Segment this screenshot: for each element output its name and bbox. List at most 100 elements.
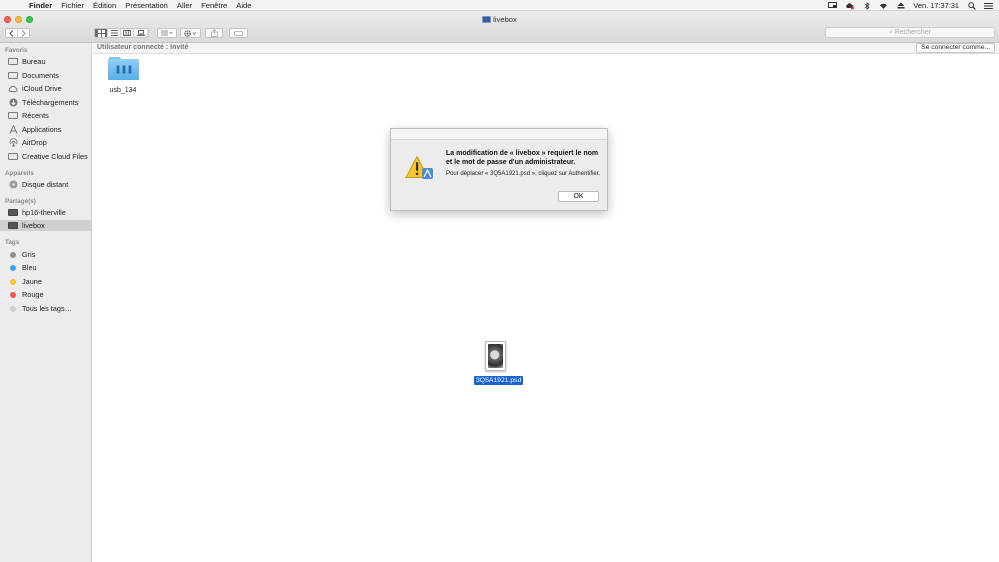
sidebar-item-label: iCloud Drive: [22, 84, 62, 93]
connect-as-button[interactable]: Se connecter comme...: [916, 43, 995, 53]
sidebar-item-documents[interactable]: Documents: [0, 70, 92, 81]
sidebar-tag-bleu[interactable]: Bleu: [0, 262, 92, 273]
cloud-icon: [8, 85, 18, 93]
search-placeholder: Rechercher: [894, 29, 932, 36]
share-button[interactable]: [205, 28, 223, 38]
menu-fichier[interactable]: Fichier: [61, 1, 84, 10]
eject-icon[interactable]: [896, 2, 905, 10]
action-menu-button[interactable]: [180, 28, 201, 38]
people-icon: [115, 65, 132, 74]
sidebar-item-label: Récents: [22, 111, 49, 120]
network-display-icon: [482, 16, 492, 23]
sidebar-item-creative-cloud-files[interactable]: Creative Cloud Files: [0, 151, 92, 162]
chevron-right-icon: [21, 29, 26, 37]
sidebar-tag-rouge[interactable]: Rouge: [0, 289, 92, 300]
sidebar-item-label: Gris: [22, 250, 36, 259]
menu-app-finder[interactable]: Finder: [29, 1, 52, 10]
spotlight-search-icon[interactable]: [967, 1, 976, 10]
sidebar-item-label: Creative Cloud Files: [22, 152, 88, 161]
connection-bar: Utilisateur connecté : Invité Se connect…: [93, 43, 999, 54]
sidebar-tag-gris[interactable]: Gris: [0, 249, 92, 260]
sidebar-item-label: livebox: [22, 221, 45, 230]
sidebar-item-applications[interactable]: Applications: [0, 124, 92, 135]
gallery-view-button[interactable]: [134, 29, 147, 37]
airdrop-icon: [8, 138, 18, 147]
sidebar-item-label: Applications: [22, 125, 62, 134]
display-mirror-icon[interactable]: [828, 2, 838, 10]
red-tag-dot-icon: [10, 291, 16, 298]
sidebar-item-recents[interactable]: Récents: [0, 110, 92, 121]
sidebar-item-label: Disque distant: [22, 180, 69, 189]
menu-fenetre[interactable]: Fenêtre: [201, 1, 227, 10]
sidebar-item-telechargements[interactable]: Téléchargements: [0, 97, 92, 108]
dialog-title: La modification de « livebox » requiert …: [446, 150, 599, 166]
back-forward-buttons: [5, 28, 30, 38]
psd-file-label[interactable]: 3Q5A1921.psd: [474, 376, 524, 385]
sidebar: Favoris Bureau Documents iCloud Drive Té…: [0, 43, 92, 562]
sidebar-item-livebox[interactable]: livebox: [0, 220, 92, 231]
sidebar-item-label: Téléchargements: [22, 98, 79, 107]
dialog-message: Pour déplacer « 3Q5A1921.psd », cliquez …: [446, 171, 601, 177]
group-icon: [161, 30, 173, 36]
sidebar-header-tags: Tags: [5, 239, 20, 246]
gray-tag-dot-icon: [10, 251, 16, 258]
sidebar-tag-all[interactable]: Tous les tags…: [0, 303, 92, 314]
notification-center-icon[interactable]: [984, 2, 993, 10]
sidebar-item-label: Bleu: [22, 263, 37, 272]
group-by-button[interactable]: [157, 28, 177, 38]
menu-aller[interactable]: Aller: [177, 1, 192, 10]
sidebar-item-disque-distant[interactable]: Disque distant: [0, 179, 92, 190]
sidebar-item-label: Tous les tags…: [22, 304, 72, 313]
sidebar-header-favorites: Favoris: [5, 47, 28, 54]
sidebar-item-icloud-drive[interactable]: iCloud Drive: [0, 83, 92, 94]
blue-tag-dot-icon: [10, 264, 16, 271]
tag-icon: [234, 30, 243, 36]
forward-button[interactable]: [17, 29, 29, 37]
ok-button[interactable]: OK: [558, 191, 599, 202]
yellow-tag-dot-icon: [10, 278, 16, 285]
column-view-button[interactable]: [121, 29, 134, 37]
documents-icon: [8, 72, 18, 80]
list-icon: [110, 30, 118, 36]
status-menus: Ven. 17:37:31: [828, 0, 993, 11]
wifi-icon[interactable]: [879, 2, 888, 10]
window-toolbar: livebox ⌕ Rechercher: [0, 11, 999, 43]
menu-edition[interactable]: Édition: [93, 1, 116, 10]
clock[interactable]: Ven. 17:37:31: [913, 1, 959, 10]
desktop-icon: [8, 58, 18, 66]
sidebar-item-bureau[interactable]: Bureau: [0, 56, 92, 67]
sidebar-tag-jaune[interactable]: Jaune: [0, 276, 92, 287]
sidebar-item-hp16-therville[interactable]: hp16-therville: [0, 207, 92, 218]
window-title: livebox: [0, 15, 999, 24]
dialog-header: [391, 129, 607, 140]
back-button[interactable]: [6, 29, 18, 37]
folder-icon: [8, 153, 18, 161]
folder-label[interactable]: usb_134: [99, 87, 147, 94]
applications-icon: [8, 125, 18, 134]
search-field[interactable]: ⌕ Rechercher: [825, 27, 995, 38]
disc-icon: [8, 180, 18, 189]
sidebar-header-shared: Partagé(s): [5, 198, 36, 205]
chevron-left-icon: [9, 29, 14, 37]
window-title-text: livebox: [493, 15, 517, 24]
menu-bar: Finder Fichier Édition Présentation Alle…: [0, 0, 999, 11]
shared-folder-icon[interactable]: [108, 57, 139, 80]
sidebar-header-devices: Appareils: [5, 170, 34, 177]
sidebar-item-label: Rouge: [22, 290, 44, 299]
icon-view-button[interactable]: [95, 29, 108, 37]
view-mode-selector: [94, 28, 149, 38]
edit-tags-button[interactable]: [229, 28, 248, 38]
gear-icon: [184, 29, 197, 37]
menu-aide[interactable]: Aide: [236, 1, 251, 10]
creative-cloud-icon[interactable]: [845, 2, 855, 10]
bluetooth-icon[interactable]: [862, 1, 871, 10]
sidebar-item-airdrop[interactable]: AirDrop: [0, 137, 92, 148]
share-icon: [210, 29, 218, 37]
menu-presentation[interactable]: Présentation: [125, 1, 168, 10]
psd-file-thumbnail[interactable]: [485, 341, 506, 371]
sidebar-item-label: Bureau: [22, 57, 46, 66]
gallery-icon: [136, 30, 145, 36]
list-view-button[interactable]: [108, 29, 121, 37]
display-icon: [8, 222, 18, 230]
download-icon: [8, 98, 18, 107]
